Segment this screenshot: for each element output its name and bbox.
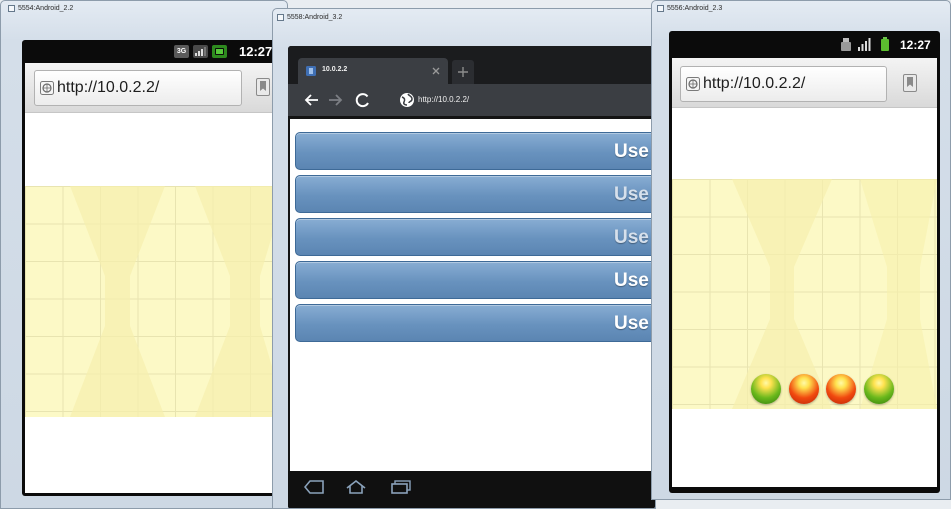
recent-apps-icon[interactable] bbox=[391, 480, 411, 494]
globe-icon bbox=[400, 93, 414, 107]
indicator-light bbox=[826, 374, 856, 404]
button-label: Use bbox=[614, 141, 649, 162]
url-bar: http://10.0.2.2/ bbox=[672, 58, 937, 108]
status-bar: 3G 12:27 bbox=[22, 40, 287, 63]
reload-icon[interactable] bbox=[355, 92, 371, 108]
emulator-window-android-2-2[interactable]: 5554:Android_2.2 3G 12:27 http://10.0.2.… bbox=[0, 0, 288, 509]
url-bar: http://10.0.2.2/ bbox=[25, 63, 287, 113]
bookmark-icon[interactable] bbox=[903, 74, 917, 92]
window-icon bbox=[8, 5, 15, 12]
browser-screen[interactable]: http://10.0.2.2/ bbox=[672, 58, 937, 487]
close-icon[interactable] bbox=[432, 67, 440, 75]
button-label: Use bbox=[614, 270, 649, 291]
network-3g-badge: 3G bbox=[174, 45, 189, 58]
user-button[interactable]: Use bbox=[295, 218, 655, 256]
tab-title: 10.0.2.2 bbox=[322, 66, 348, 73]
home-nav-icon[interactable] bbox=[346, 480, 366, 494]
usb-icon bbox=[841, 38, 851, 51]
background-pattern bbox=[70, 186, 287, 417]
device-frame: 12:27 http://10.0.2.2/ bbox=[669, 31, 940, 493]
yellow-grid-area bbox=[672, 179, 937, 409]
page-icon bbox=[40, 81, 54, 95]
window-title: 5554:Android_2.2 bbox=[18, 5, 74, 12]
status-time: 12:27 bbox=[900, 38, 931, 52]
user-button[interactable]: Use bbox=[295, 261, 655, 299]
system-navigation-bar bbox=[288, 471, 655, 508]
device-frame: 10.0.2.2 http://10.0.2.2/ Use Use Use Us… bbox=[288, 46, 655, 508]
indicator-light bbox=[864, 374, 894, 404]
url-text[interactable]: http://10.0.2.2/ bbox=[418, 95, 469, 104]
emulator-window-android-3-2[interactable]: 5558:Android_3.2 10.0.2.2 http://10.0.2.… bbox=[272, 8, 656, 509]
window-title: 5556:Android_2.3 bbox=[667, 5, 723, 12]
battery-icon bbox=[881, 37, 889, 51]
yellow-grid-area bbox=[25, 186, 287, 417]
status-time: 12:27 bbox=[239, 44, 273, 59]
page-content: Use Use Use Use Use bbox=[290, 119, 655, 471]
window-icon bbox=[657, 5, 664, 12]
back-nav-icon[interactable] bbox=[304, 480, 324, 494]
window-icon bbox=[277, 14, 284, 21]
signal-icon bbox=[858, 38, 871, 51]
user-button[interactable]: Use bbox=[295, 132, 655, 170]
browser-tab[interactable]: 10.0.2.2 bbox=[298, 58, 448, 84]
new-tab-button[interactable] bbox=[452, 60, 474, 84]
indicator-light bbox=[751, 374, 781, 404]
emulator-window-android-2-3[interactable]: 5556:Android_2.3 12:27 http://10.0.2.2/ bbox=[651, 0, 951, 500]
signal-icon bbox=[193, 45, 208, 58]
window-title: 5558:Android_3.2 bbox=[287, 14, 343, 21]
url-text: http://10.0.2.2/ bbox=[57, 79, 160, 96]
status-bar: 12:27 bbox=[669, 31, 940, 58]
button-label: Use bbox=[614, 184, 649, 205]
back-arrow-icon[interactable] bbox=[303, 92, 319, 108]
indicator-light bbox=[789, 374, 819, 404]
url-text: http://10.0.2.2/ bbox=[703, 75, 806, 92]
page-icon bbox=[686, 77, 700, 91]
device-frame: 3G 12:27 http://10.0.2.2/ bbox=[22, 40, 287, 496]
url-field[interactable]: http://10.0.2.2/ bbox=[34, 70, 242, 106]
tab-bar: 10.0.2.2 bbox=[288, 46, 655, 84]
browser-screen[interactable]: http://10.0.2.2/ bbox=[25, 63, 287, 493]
navigation-bar: http://10.0.2.2/ bbox=[288, 84, 655, 116]
battery-icon bbox=[212, 45, 227, 58]
button-label: Use bbox=[614, 313, 649, 334]
page-favicon-icon bbox=[306, 66, 316, 76]
forward-arrow-icon[interactable] bbox=[328, 92, 344, 108]
bookmark-icon[interactable] bbox=[256, 78, 270, 96]
url-field[interactable]: http://10.0.2.2/ bbox=[680, 66, 887, 102]
user-button[interactable]: Use bbox=[295, 304, 655, 342]
new-tab-icon bbox=[458, 67, 468, 77]
user-button[interactable]: Use bbox=[295, 175, 655, 213]
button-label: Use bbox=[614, 227, 649, 248]
